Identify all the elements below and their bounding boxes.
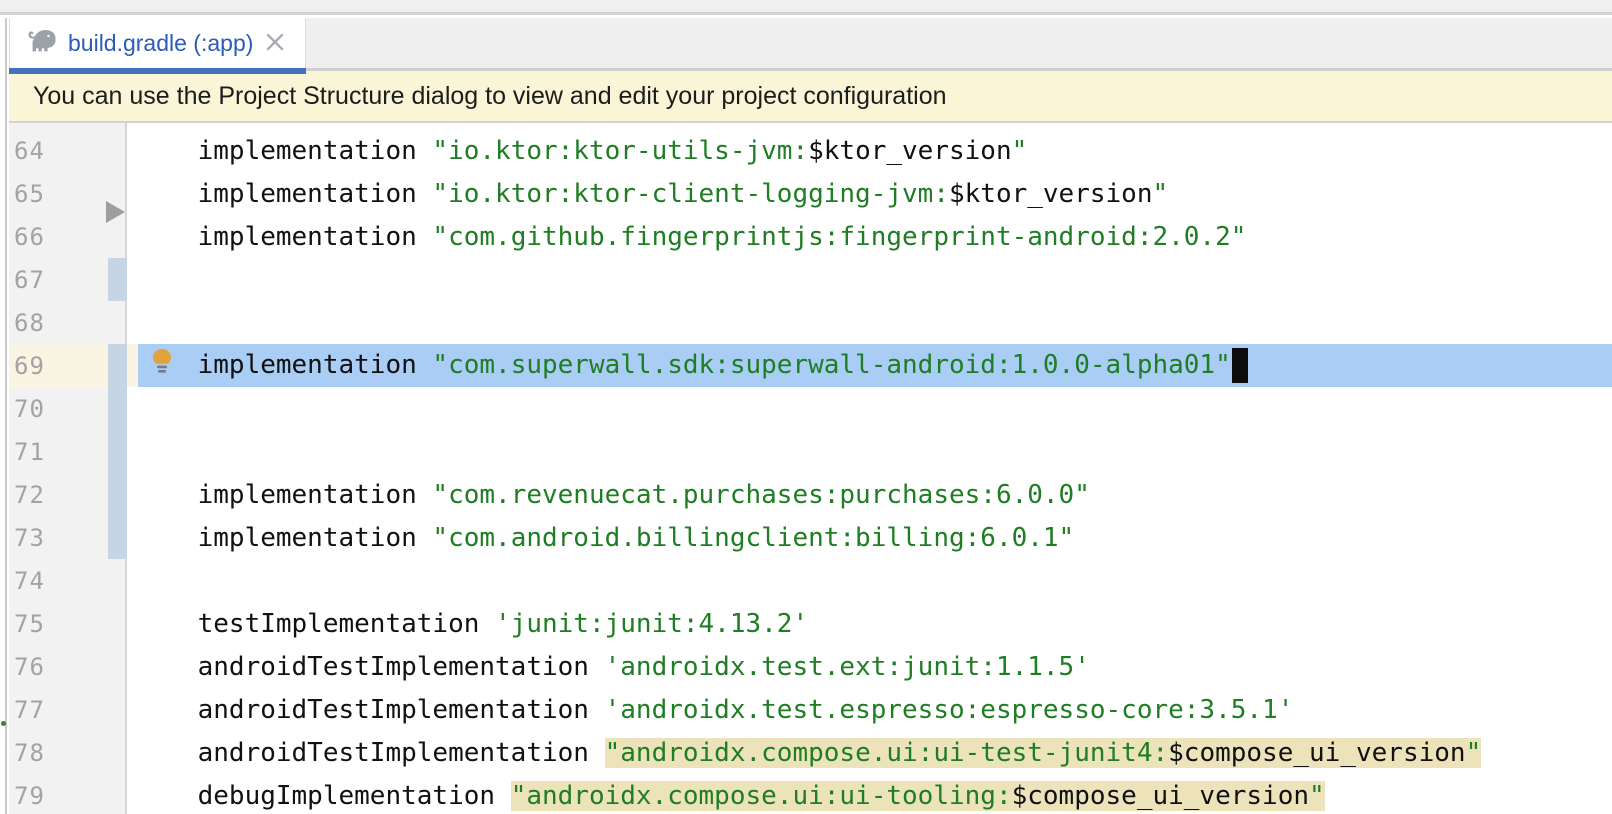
code-editor[interactable]: 64 implementation "io.ktor:ktor-utils-jv… xyxy=(9,123,1612,814)
code-line[interactable] xyxy=(129,258,1612,301)
line-number: 69 xyxy=(14,352,45,380)
gutter-cell: 68 xyxy=(9,301,129,344)
vcs-change-marker[interactable] xyxy=(108,430,127,473)
gutter-cell: 64 xyxy=(9,129,129,172)
line-number: 64 xyxy=(14,137,45,165)
editor-row: 68 xyxy=(9,301,1612,344)
editor-row: 67 xyxy=(9,258,1612,301)
editor-row: 65 implementation "io.ktor:ktor-client-l… xyxy=(9,172,1612,215)
code-text: implementation "com.github.fingerprintjs… xyxy=(135,222,1246,252)
code-text: implementation "com.superwall.sdk:superw… xyxy=(135,348,1248,383)
editor-row: 71 xyxy=(9,430,1612,473)
code-line[interactable]: implementation "com.android.billingclien… xyxy=(129,516,1612,559)
line-number: 66 xyxy=(14,223,45,251)
line-number: 71 xyxy=(14,438,45,466)
editor-row: 74 xyxy=(9,559,1612,602)
code-line[interactable]: androidTestImplementation 'androidx.test… xyxy=(129,645,1612,688)
line-number: 68 xyxy=(14,309,45,337)
vcs-change-marker[interactable] xyxy=(108,387,127,430)
ide-window: build.gradle (:app) You can use the Proj… xyxy=(0,0,1612,814)
code-line[interactable]: testImplementation 'junit:junit:4.13.2' xyxy=(129,602,1612,645)
vcs-change-marker[interactable] xyxy=(108,344,127,387)
editor-lines: 64 implementation "io.ktor:ktor-utils-jv… xyxy=(9,129,1612,814)
code-line[interactable]: implementation "io.ktor:ktor-client-logg… xyxy=(129,172,1612,215)
code-text: androidTestImplementation "androidx.comp… xyxy=(135,738,1481,768)
code-text: implementation "io.ktor:ktor-utils-jvm:$… xyxy=(135,136,1027,166)
gutter-cell: 79 xyxy=(9,774,129,814)
notification-banner: You can use the Project Structure dialog… xyxy=(9,71,1612,123)
code-text: implementation "io.ktor:ktor-client-logg… xyxy=(135,179,1168,209)
editor-row: 72 implementation "com.revenuecat.purcha… xyxy=(9,473,1612,516)
code-text: androidTestImplementation 'androidx.test… xyxy=(135,695,1293,725)
editor-row: 76 androidTestImplementation 'androidx.t… xyxy=(9,645,1612,688)
code-line[interactable]: implementation "com.superwall.sdk:superw… xyxy=(129,344,1612,387)
code-text: testImplementation 'junit:junit:4.13.2' xyxy=(135,609,808,639)
editor-tab-bar: build.gradle (:app) xyxy=(9,18,1612,71)
code-text: implementation "com.android.billingclien… xyxy=(135,523,1074,553)
code-line[interactable]: androidTestImplementation "androidx.comp… xyxy=(129,731,1612,774)
banner-text: You can use the Project Structure dialog… xyxy=(33,82,947,111)
line-number: 73 xyxy=(14,524,45,552)
line-number: 77 xyxy=(14,696,45,724)
gutter-dot xyxy=(1,721,6,726)
intention-bulb-icon[interactable] xyxy=(149,347,175,385)
code-text: debugImplementation "androidx.compose.ui… xyxy=(135,781,1325,811)
tab-title: build.gradle (:app) xyxy=(68,30,253,57)
code-text: implementation "com.revenuecat.purchases… xyxy=(135,480,1090,510)
tab-close-icon[interactable] xyxy=(265,32,285,57)
code-line[interactable]: androidTestImplementation 'androidx.test… xyxy=(129,688,1612,731)
window-top-strip xyxy=(0,0,1612,15)
editor-row: 69 implementation "com.superwall.sdk:sup… xyxy=(9,344,1612,387)
editor-row: 66 implementation "com.github.fingerprin… xyxy=(9,215,1612,258)
gutter-cell: 77 xyxy=(9,688,129,731)
gradle-elephant-icon xyxy=(27,28,58,58)
line-number: 78 xyxy=(14,739,45,767)
gutter-cell: 67 xyxy=(9,258,129,301)
gutter-cell: 75 xyxy=(9,602,129,645)
gutter-cell: 73 xyxy=(9,516,129,559)
editor-row: 64 implementation "io.ktor:ktor-utils-jv… xyxy=(9,129,1612,172)
text-cursor xyxy=(1232,348,1248,383)
code-line[interactable]: implementation "com.revenuecat.purchases… xyxy=(129,473,1612,516)
code-line[interactable]: debugImplementation "androidx.compose.ui… xyxy=(129,774,1612,814)
line-number: 75 xyxy=(14,610,45,638)
editor-row: 75 testImplementation 'junit:junit:4.13.… xyxy=(9,602,1612,645)
editor-panel: build.gradle (:app) You can use the Proj… xyxy=(9,18,1612,814)
code-line[interactable]: implementation "com.github.fingerprintjs… xyxy=(129,215,1612,258)
code-text: androidTestImplementation 'androidx.test… xyxy=(135,652,1090,682)
gutter-cell: 69 xyxy=(9,344,129,387)
code-line[interactable] xyxy=(129,559,1612,602)
code-line[interactable]: implementation "io.ktor:ktor-utils-jvm:$… xyxy=(129,129,1612,172)
line-number: 65 xyxy=(14,180,45,208)
vcs-change-marker[interactable] xyxy=(108,473,127,516)
fold-indicator-icon[interactable] xyxy=(106,201,125,223)
editor-row: 73 implementation "com.android.billingcl… xyxy=(9,516,1612,559)
left-rail xyxy=(0,18,7,814)
gutter-cell: 74 xyxy=(9,559,129,602)
line-number: 72 xyxy=(14,481,45,509)
line-number: 74 xyxy=(14,567,45,595)
editor-row: 77 androidTestImplementation 'androidx.t… xyxy=(9,688,1612,731)
active-tab-underline xyxy=(9,68,306,74)
gutter-cell: 70 xyxy=(9,387,129,430)
line-number: 79 xyxy=(14,782,45,810)
line-number: 76 xyxy=(14,653,45,681)
editor-row: 70 xyxy=(9,387,1612,430)
line-number: 70 xyxy=(14,395,45,423)
vcs-change-marker[interactable] xyxy=(108,258,127,301)
gutter-cell: 76 xyxy=(9,645,129,688)
editor-row: 79 debugImplementation "androidx.compose… xyxy=(9,774,1612,814)
code-line[interactable] xyxy=(129,387,1612,430)
editor-row: 78 androidTestImplementation "androidx.c… xyxy=(9,731,1612,774)
gutter-cell: 72 xyxy=(9,473,129,516)
line-number: 67 xyxy=(14,266,45,294)
gutter-cell: 71 xyxy=(9,430,129,473)
code-line[interactable] xyxy=(129,301,1612,344)
gutter-cell: 78 xyxy=(9,731,129,774)
tab-build-gradle[interactable]: build.gradle (:app) xyxy=(9,18,306,68)
vcs-change-marker[interactable] xyxy=(108,516,127,559)
code-line[interactable] xyxy=(129,430,1612,473)
